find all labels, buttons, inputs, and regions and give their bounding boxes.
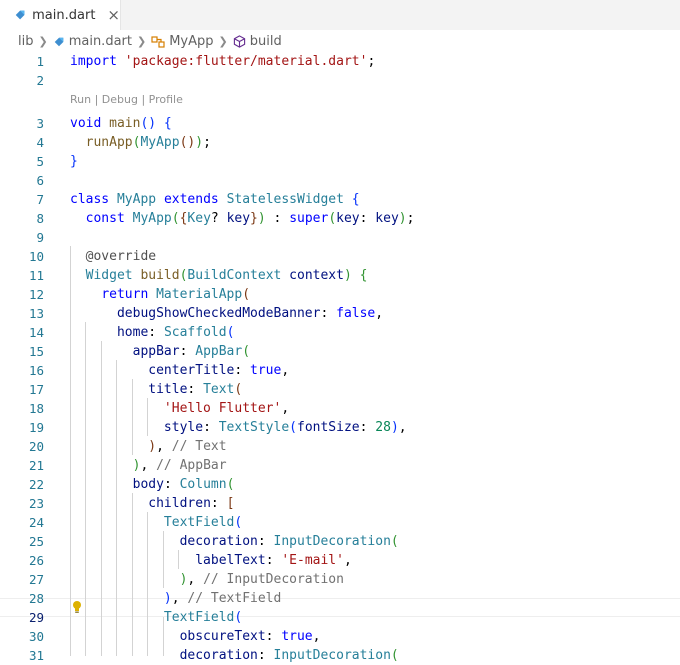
close-icon[interactable]: ×	[107, 7, 120, 23]
code-line: return MaterialApp(	[101, 287, 251, 302]
breadcrumb-folder-label: lib	[18, 34, 34, 49]
code-line: 'Hello Flutter',	[163, 401, 290, 416]
code-line: style: TextStyle(fontSize: 28),	[163, 420, 407, 435]
code-line: title: Text(	[148, 382, 243, 397]
breadcrumb-file[interactable]: main.dart	[53, 34, 132, 49]
code-line: import 'package:flutter/material.dart';	[70, 54, 376, 69]
codelens-run-debug-profile[interactable]: Run | Debug | Profile	[70, 90, 183, 109]
code-line: class MyApp extends StatelessWidget {	[70, 192, 360, 207]
code-line: runApp(MyApp());	[85, 135, 211, 150]
tab-main-dart[interactable]: main.dart ×	[0, 0, 121, 30]
line-number: 6	[36, 173, 44, 188]
breadcrumb-class[interactable]: MyApp	[151, 34, 214, 49]
code-line: ), // InputDecoration	[179, 572, 344, 587]
code-line: debugShowCheckedModeBanner: false,	[116, 306, 384, 321]
code-line: ), // TextField	[163, 591, 282, 606]
code-line: body: Column(	[132, 477, 235, 492]
breadcrumb: lib ❯ main.dart ❯ MyApp ❯ build	[0, 31, 680, 52]
breadcrumb-method[interactable]: build	[233, 34, 282, 49]
breadcrumb-method-label: build	[249, 34, 282, 49]
line-number: 2	[36, 73, 44, 88]
code-line-active: TextField(	[163, 610, 243, 625]
class-symbol-icon	[151, 35, 165, 48]
code-line: centerTitle: true,	[148, 363, 290, 378]
breadcrumb-folder[interactable]: lib	[18, 34, 33, 49]
tab-bar: main.dart ×	[0, 0, 680, 30]
dart-file-icon	[15, 10, 25, 20]
code-line: const MyApp({Key? key}) : super(key: key…	[85, 211, 415, 226]
chevron-right-icon: ❯	[218, 35, 228, 48]
code-line: home: Scaffold(	[116, 325, 235, 340]
breadcrumb-file-label: main.dart	[68, 34, 132, 49]
code-line: }	[70, 154, 78, 169]
code-line: labelText: 'E-mail',	[195, 553, 352, 568]
code-line: appBar: AppBar(	[132, 344, 251, 359]
chevron-right-icon: ❯	[136, 35, 147, 48]
chevron-right-icon: ❯	[38, 35, 48, 48]
code-line: children: [	[148, 496, 235, 511]
code-line: void main() {	[70, 116, 172, 131]
code-line: ), // AppBar	[132, 458, 227, 473]
dart-file-icon	[54, 37, 63, 46]
tab-label: main.dart	[32, 7, 96, 23]
code-line: obscureText: true,	[179, 629, 321, 644]
line-number: 9	[36, 230, 44, 245]
code-editor[interactable]: 1 2 3 4 5 6 7 8 9 10 11 12 13 14 15 16 1…	[0, 52, 680, 663]
code-line: ), // Text	[148, 439, 227, 454]
code-line: TextField(	[163, 515, 243, 530]
code-line: @override	[85, 249, 157, 264]
code-line: decoration: InputDecoration(	[179, 534, 399, 549]
method-cube-icon	[233, 35, 245, 48]
breadcrumb-class-label: MyApp	[169, 34, 214, 49]
code-line: Widget build(BuildContext context) {	[85, 268, 368, 283]
